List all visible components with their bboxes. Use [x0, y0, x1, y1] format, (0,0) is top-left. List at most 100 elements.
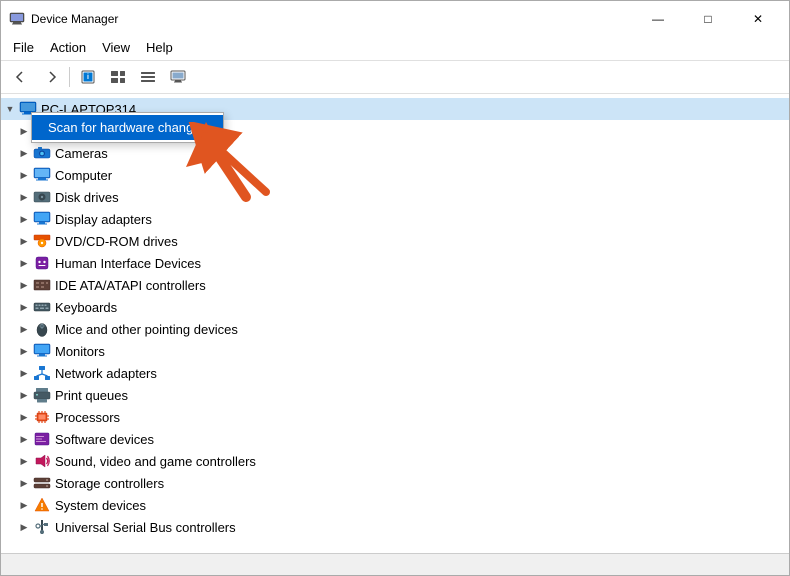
device-category-label: Processors	[55, 410, 120, 425]
content-area: PC 4.com Scan for hardware changes	[1, 94, 789, 553]
tree-item[interactable]: ▶ System devices	[1, 494, 789, 516]
menu-action[interactable]: Action	[42, 37, 94, 58]
expand-arrow-icon: ▶	[17, 234, 31, 248]
expand-arrow-icon: ▶	[17, 476, 31, 490]
device-category-icon	[33, 276, 51, 294]
menu-bar: File Action View Help	[1, 35, 789, 61]
expand-arrow-icon: ▶	[17, 344, 31, 358]
expand-arrow-icon: ▶	[17, 322, 31, 336]
device-category-icon	[33, 320, 51, 338]
menu-view[interactable]: View	[94, 37, 138, 58]
forward-button[interactable]	[37, 64, 65, 90]
device-category-label: System devices	[55, 498, 146, 513]
minimize-button[interactable]: —	[635, 7, 681, 31]
context-menu[interactable]: Scan for hardware changes	[31, 112, 224, 143]
expand-arrow-icon: ▶	[17, 520, 31, 534]
view-categories-button[interactable]	[104, 64, 132, 90]
menu-file[interactable]: File	[5, 37, 42, 58]
device-category-label: Human Interface Devices	[55, 256, 201, 271]
toolbar: i	[1, 61, 789, 94]
device-category-icon	[33, 342, 51, 360]
expand-arrow-icon: ▶	[17, 146, 31, 160]
tree-item[interactable]: ▶ Storage controllers	[1, 472, 789, 494]
device-category-icon	[33, 254, 51, 272]
device-category-label: Disk drives	[55, 190, 119, 205]
tree-item[interactable]: ▶ Keyboards	[1, 296, 789, 318]
expand-arrow-icon: ▶	[17, 190, 31, 204]
device-category-label: Software devices	[55, 432, 154, 447]
app-icon	[9, 11, 25, 27]
expand-arrow-icon: ▶	[17, 410, 31, 424]
tree-panel[interactable]: Scan for hardware changes	[1, 94, 789, 553]
expand-arrow-icon: ▶	[17, 366, 31, 380]
expand-arrow-icon: ▶	[17, 278, 31, 292]
device-category-icon	[33, 144, 51, 162]
scan-hardware-menu-item[interactable]: Scan for hardware changes	[32, 115, 223, 140]
tree-item[interactable]: ▶ Display adapters	[1, 208, 789, 230]
maximize-button[interactable]: □	[685, 7, 731, 31]
device-category-label: Storage controllers	[55, 476, 164, 491]
expand-arrow-icon: ▶	[17, 256, 31, 270]
expand-arrow-icon: ▶	[17, 388, 31, 402]
tree-item[interactable]: ▶ Print queues	[1, 384, 789, 406]
tree-items-container: ▶Batteries▶Cameras▶Computer▶Disk drives▶…	[1, 120, 789, 538]
device-category-icon	[33, 408, 51, 426]
device-category-icon	[33, 430, 51, 448]
device-category-icon	[33, 364, 51, 382]
device-category-label: Monitors	[55, 344, 105, 359]
expand-arrow-icon: ▶	[17, 498, 31, 512]
title-bar: Device Manager — □ ✕	[1, 1, 789, 35]
forward-icon	[44, 70, 58, 84]
svg-text:i: i	[87, 74, 89, 81]
device-category-icon	[33, 386, 51, 404]
tree-item[interactable]: ▶ Disk drives	[1, 186, 789, 208]
expand-arrow-icon: ▶	[17, 300, 31, 314]
tree-item[interactable]: ▶ Computer	[1, 164, 789, 186]
expand-arrow-icon: ▶	[17, 124, 31, 138]
device-category-label: Sound, video and game controllers	[55, 454, 256, 469]
root-expand-arrow: ▼	[3, 102, 17, 116]
device-category-icon	[33, 210, 51, 228]
device-category-label: Display adapters	[55, 212, 152, 227]
tree-item[interactable]: ▶ Monitors	[1, 340, 789, 362]
show-hidden-button[interactable]	[164, 64, 192, 90]
tree-item[interactable]: ▶ DVD/CD-ROM drives	[1, 230, 789, 252]
tree-item[interactable]: ▶Network adapters	[1, 362, 789, 384]
device-category-icon	[33, 166, 51, 184]
categories-icon	[110, 69, 126, 85]
close-button[interactable]: ✕	[735, 7, 781, 31]
tree-item[interactable]: ▶ IDE ATA/ATAPI controllers	[1, 274, 789, 296]
device-category-icon	[33, 518, 51, 536]
expand-arrow-icon: ▶	[17, 432, 31, 446]
expand-arrow-icon: ▶	[17, 168, 31, 182]
view-list-button[interactable]	[134, 64, 162, 90]
menu-help[interactable]: Help	[138, 37, 181, 58]
properties-icon: i	[80, 69, 96, 85]
tree-item[interactable]: ▶ Mice and other pointing devices	[1, 318, 789, 340]
device-manager-window: Device Manager — □ ✕ File Action View He…	[0, 0, 790, 576]
device-category-label: IDE ATA/ATAPI controllers	[55, 278, 206, 293]
tree-item[interactable]: ▶ Processors	[1, 406, 789, 428]
tree-item[interactable]: ▶ Sound, video and game controllers	[1, 450, 789, 472]
device-category-label: Computer	[55, 168, 112, 183]
expand-arrow-icon: ▶	[17, 212, 31, 226]
expand-arrow-icon: ▶	[17, 454, 31, 468]
window-title: Device Manager	[31, 12, 118, 26]
back-button[interactable]	[7, 64, 35, 90]
tree-item[interactable]: ▶ Universal Serial Bus controllers	[1, 516, 789, 538]
device-category-label: Universal Serial Bus controllers	[55, 520, 236, 535]
tree-item[interactable]: ▶ Software devices	[1, 428, 789, 450]
device-category-label: Print queues	[55, 388, 128, 403]
back-icon	[14, 70, 28, 84]
tree-item[interactable]: ▶Cameras	[1, 142, 789, 164]
toolbar-separator-1	[69, 67, 70, 87]
device-category-label: Mice and other pointing devices	[55, 322, 238, 337]
tree-item[interactable]: ▶ Human Interface Devices	[1, 252, 789, 274]
device-category-label: Keyboards	[55, 300, 117, 315]
device-category-icon	[33, 232, 51, 250]
status-bar	[1, 553, 789, 575]
view-properties-button[interactable]: i	[74, 64, 102, 90]
device-category-icon	[33, 298, 51, 316]
device-category-label: DVD/CD-ROM drives	[55, 234, 178, 249]
list-icon	[140, 69, 156, 85]
